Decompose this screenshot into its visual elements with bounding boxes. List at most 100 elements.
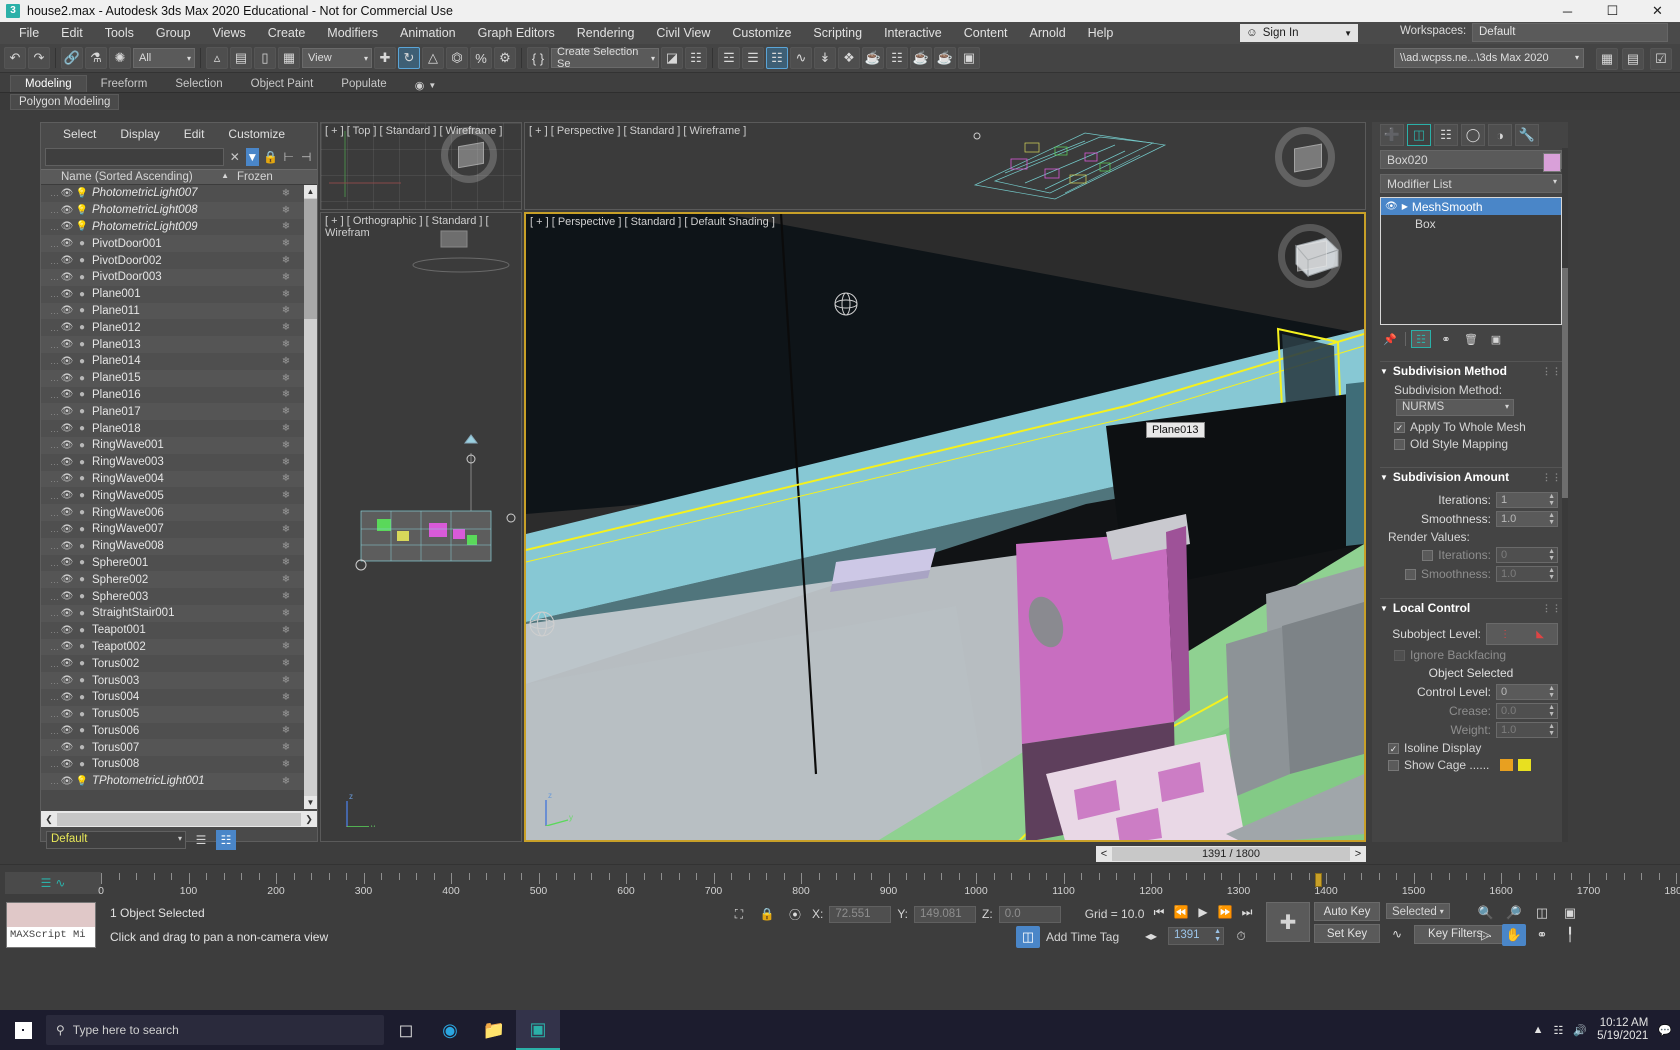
command-panel-scrollbar[interactable] xyxy=(1562,148,1568,842)
task-view-icon[interactable]: ◻ xyxy=(384,1010,428,1050)
table-row[interactable]: … 👁 ● Plane017 ❄ xyxy=(41,403,317,421)
visibility-eye-icon[interactable]: 👁 xyxy=(59,675,75,686)
table-row[interactable]: … 👁 ● Plane001 ❄ xyxy=(41,285,317,303)
iterations-spinner[interactable]: 1 ▲ ▼ xyxy=(1496,492,1558,508)
isoline-display-checkbox[interactable]: ✓ Isoline Display xyxy=(1388,741,1558,755)
viewport-top-label[interactable]: [ + ] [ Top ] [ Standard ] [ Wireframe ] xyxy=(325,125,502,137)
select-by-name-icon[interactable]: ▤ xyxy=(230,47,252,69)
sign-in-button[interactable]: ☺ Sign In ▼ xyxy=(1240,24,1358,42)
table-row[interactable]: … 👁 ● RingWave003 ❄ xyxy=(41,453,317,471)
control-level-spinner[interactable]: 0 ▲ ▼ xyxy=(1496,684,1558,700)
coord-y-field[interactable]: 149.081 xyxy=(914,905,977,923)
chevron-down-icon[interactable]: ▼ xyxy=(428,81,436,90)
coord-z-field[interactable]: 0.0 xyxy=(998,905,1061,923)
explorer-vertical-scrollbar[interactable]: ▲ ▼ xyxy=(304,185,317,809)
open-mini-curve-editor-button[interactable]: ☰ ∿ xyxy=(5,872,101,894)
menu-item-edit[interactable]: Edit xyxy=(50,23,94,43)
timeline-playhead[interactable] xyxy=(1315,873,1323,887)
explorer-menu-customize[interactable]: Customize xyxy=(216,125,297,143)
column-header-name[interactable]: Name (Sorted Ascending) ▲ xyxy=(41,171,233,183)
modifier-stack[interactable]: 👁 ▶ MeshSmooth Box xyxy=(1380,197,1562,325)
motion-tab[interactable]: ◯ xyxy=(1461,124,1485,146)
visibility-eye-icon[interactable]: 👁 xyxy=(59,574,75,585)
crease-spinner[interactable]: 0.0 ▲ ▼ xyxy=(1496,703,1558,719)
show-hidden-icon[interactable]: ▲ xyxy=(1533,1024,1544,1036)
scroll-up-icon[interactable]: ▲ xyxy=(304,185,317,198)
viewport-orthographic-label[interactable]: [ + ] [ Orthographic ] [ Standard ] [ Wi… xyxy=(325,215,521,239)
table-row[interactable]: … 👁 ● PivotDoor002 ❄ xyxy=(41,252,317,269)
selection-lock-icon[interactable]: 🔒 xyxy=(756,904,778,924)
clear-search-icon[interactable]: ✕ xyxy=(228,148,242,166)
workspace-selector[interactable]: Default xyxy=(1472,23,1668,42)
layer-explorer-icon[interactable]: ☲ xyxy=(718,47,740,69)
key-tangent-icon[interactable]: ∿ xyxy=(1386,924,1408,944)
table-row[interactable]: … 👁 ● PivotDoor003 ❄ xyxy=(41,268,317,286)
table-row[interactable]: … 👁 ● Plane012 ❄ xyxy=(41,319,317,337)
ribbon-tab-modeling[interactable]: Modeling xyxy=(10,75,87,92)
table-row[interactable]: … 👁 💡 PhotometricLight009 ❄ xyxy=(41,218,317,236)
remove-modifier-icon[interactable]: 🗑 xyxy=(1461,330,1481,348)
table-row[interactable]: … 👁 ● Torus008 ❄ xyxy=(41,756,317,773)
key-mode-toggle-icon[interactable]: ◂▸ xyxy=(1140,926,1162,946)
viewport-top[interactable]: [ + ] [ Top ] [ Standard ] [ Wireframe ] xyxy=(320,122,522,210)
visibility-eye-icon[interactable]: 👁 xyxy=(59,608,75,619)
visibility-eye-icon[interactable]: 👁 xyxy=(59,709,75,720)
material-editor-icon[interactable]: ☕ xyxy=(862,47,884,69)
rollout-header-subdivision-method[interactable]: ▼ Subdivision Method ⋮⋮ xyxy=(1380,362,1562,380)
track-bar[interactable]: ☰ ∿ 0 100 200 300 400 500 600 700 800 900 1000 1100… xyxy=(0,864,1680,898)
rendered-frame-icon[interactable]: ☕ xyxy=(934,47,956,69)
view-cube-body[interactable] xyxy=(458,141,484,169)
spinner-arrows-icon[interactable]: ▲ ▼ xyxy=(1548,493,1555,507)
visibility-eye-icon[interactable]: 👁 xyxy=(59,289,75,300)
menu-item-graph-editors[interactable]: Graph Editors xyxy=(467,23,566,43)
frame-counter[interactable]: 1391 / 1800 xyxy=(1112,847,1350,861)
isolate-selection-icon[interactable]: ⛶ xyxy=(728,904,750,924)
modify-tab[interactable]: ◫ xyxy=(1407,124,1431,146)
table-row[interactable]: … 👁 ● RingWave008 ❄ xyxy=(41,537,317,555)
table-row[interactable]: … 👁 ● Torus007 ❄ xyxy=(41,739,317,757)
edge-subobject-icon[interactable]: ◣ xyxy=(1536,629,1544,640)
unlink-icon[interactable]: ⚗ xyxy=(85,47,107,69)
modifier-stack-item-box[interactable]: Box xyxy=(1381,215,1561,232)
scroll-left-icon[interactable]: ❮ xyxy=(41,814,57,825)
viewport-perspective-shaded[interactable]: Plane013 z y x [ + ] [ Perspective ] [ S… xyxy=(524,212,1366,842)
menu-item-customize[interactable]: Customize xyxy=(721,23,802,43)
menu-item-arnold[interactable]: Arnold xyxy=(1019,23,1077,43)
key-mode-combo[interactable]: Selected xyxy=(1386,902,1450,920)
visibility-eye-icon[interactable]: 👁 xyxy=(59,557,75,568)
visibility-eye-icon[interactable]: 👁 xyxy=(59,356,75,367)
next-frame-icon[interactable]: ⏩ xyxy=(1214,902,1236,922)
visibility-eye-icon[interactable]: 👁 xyxy=(59,692,75,703)
visibility-eye-icon[interactable]: 👁 xyxy=(59,541,75,552)
reference-coordinate-combo[interactable]: View xyxy=(302,48,372,68)
table-row[interactable]: … 👁 ● StraightStair001 ❄ xyxy=(41,604,317,622)
spinner-arrows-icon[interactable]: ▲ ▼ xyxy=(1548,512,1555,526)
explorer-row-list[interactable]: … 👁 💡 PhotometricLight007 ❄ … 👁 💡 PhotometricLig… xyxy=(41,185,317,809)
field-of-view-icon[interactable]: ▷ xyxy=(1474,924,1498,946)
utilities-tab[interactable]: 🔧 xyxy=(1515,124,1539,146)
old-style-mapping-checkbox[interactable]: Old Style Mapping xyxy=(1394,437,1558,451)
maxscript-mini-listener[interactable]: MAXScript Mi xyxy=(6,902,96,948)
play-icon[interactable]: ▶ xyxy=(1192,902,1214,922)
menu-item-content[interactable]: Content xyxy=(953,23,1019,43)
visibility-eye-icon[interactable]: 👁 xyxy=(59,322,75,333)
absolute-mode-icon[interactable]: ⦿ xyxy=(784,904,806,924)
menu-item-modifiers[interactable]: Modifiers xyxy=(316,23,389,43)
schematic-view-icon[interactable]: ↡ xyxy=(814,47,836,69)
taskbar-clock[interactable]: 10:12 AM 5/19/2021 xyxy=(1597,1017,1648,1043)
visibility-eye-icon[interactable]: 👁 xyxy=(59,625,75,636)
bind-space-warp-icon[interactable]: ✺ xyxy=(109,47,131,69)
render-smoothness-checkbox[interactable] xyxy=(1404,568,1416,580)
menu-item-tools[interactable]: Tools xyxy=(94,23,145,43)
show-cage-checkbox[interactable]: Show Cage ...... xyxy=(1388,758,1558,772)
select-and-move-icon[interactable]: ✚ xyxy=(374,47,396,69)
ribbon-tab-object-paint[interactable]: Object Paint xyxy=(237,76,328,92)
visibility-eye-icon[interactable]: 👁 xyxy=(59,473,75,484)
table-row[interactable]: … 👁 ● RingWave005 ❄ xyxy=(41,487,317,505)
visibility-eye-icon[interactable]: 👁 xyxy=(59,440,75,451)
display-tab[interactable]: ◑ xyxy=(1488,124,1512,146)
rollout-header-subdivision-amount[interactable]: ▼ Subdivision Amount ⋮⋮ xyxy=(1380,468,1562,486)
table-row[interactable]: … 👁 💡 PhotometricLight007 ❄ xyxy=(41,185,317,202)
scroll-down-icon[interactable]: ▼ xyxy=(304,796,317,809)
curve-editor-icon[interactable]: ∿ xyxy=(790,47,812,69)
